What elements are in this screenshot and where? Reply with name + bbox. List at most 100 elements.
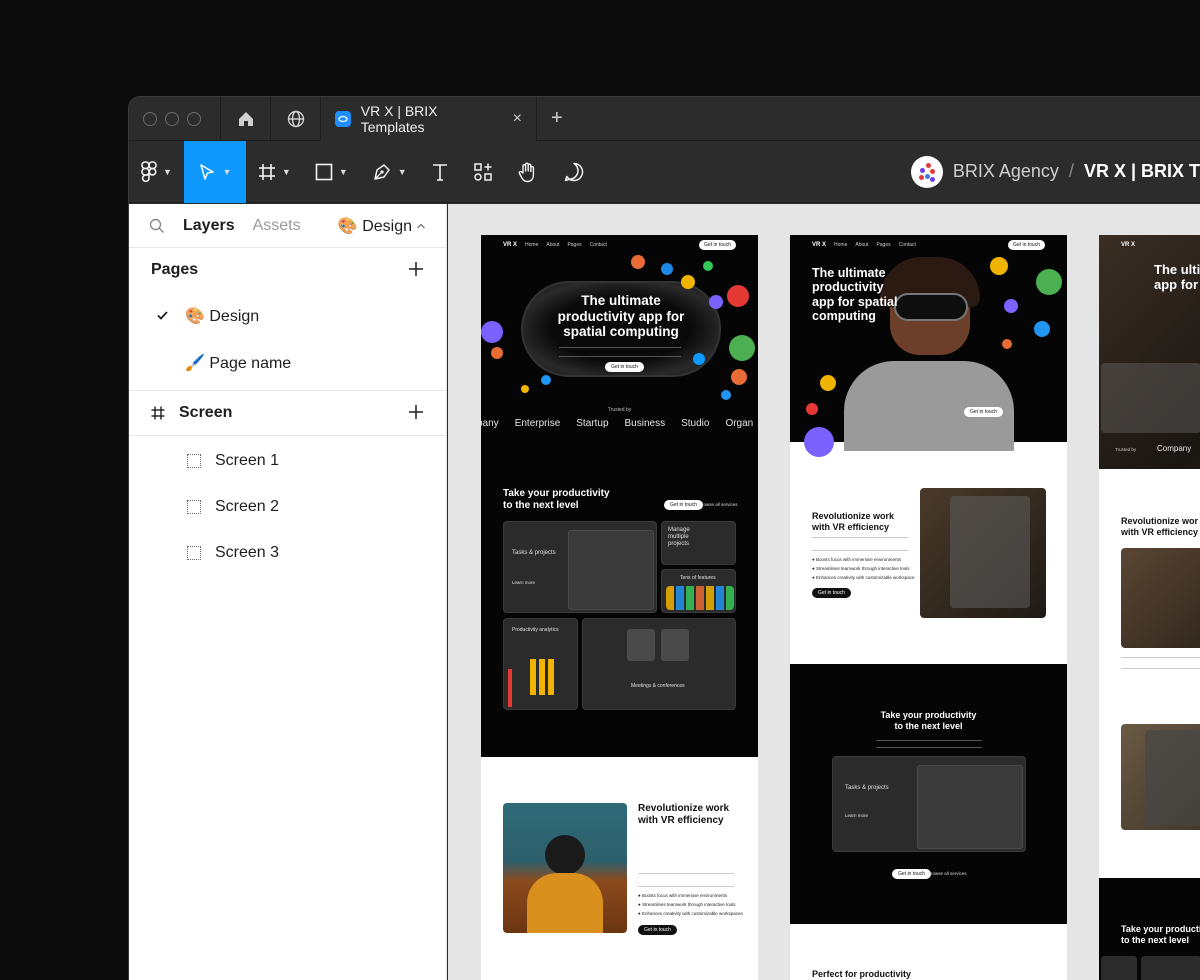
new-tab-button[interactable]: + [537,107,577,130]
tab-title: VR X | BRIX Templates [360,102,438,135]
frame2-card-learn: Learn more [845,813,869,818]
frame2-perfect-title: Perfect for productivity [812,969,912,979]
frame3-logo: VR X [1121,242,1136,248]
frame3-section-line: Take your productive [1121,924,1200,934]
card-tasks-projects: Tasks & projects Learn more [503,521,657,613]
text-tool[interactable] [419,141,461,203]
page-item-label: 🖌️ Page name [185,354,292,372]
figma-logo-icon [141,160,157,182]
pen-icon [374,163,390,180]
tab-layers[interactable]: Layers [183,217,235,235]
comment-tool[interactable] [551,141,597,203]
card-analytics: Productivity analytics [503,618,578,710]
client-logo: Studio [681,418,710,429]
frame2-nav-cta: Get in touch [1008,240,1045,250]
frame-outline-icon [187,546,201,560]
app-bubble [727,285,749,307]
add-screen-button[interactable] [408,400,424,426]
toolbar: ▼ ▼ ▼ ▼ ▼ BRIX Agency / VR X | BRIX T [129,140,1200,203]
app-bubble [709,295,723,309]
frame-tool[interactable]: ▼ [246,141,303,203]
frame2-hero: VR X Home About Pages Contact Get in tou… [790,235,1067,457]
client-logo: Startup [576,418,609,429]
frame1-services-link: Browse all services [699,502,738,507]
frame2-rev-title: Revolutionize work with VR efficiency [812,511,894,533]
frame2-section-line: Take your productivity [880,710,977,720]
frame2-hero-line: productivity [812,280,884,295]
frame1-section-title: Take your productivity to the next level [503,488,610,512]
frame3-paragraph [1121,657,1200,669]
card-manage-line: projects [668,541,690,548]
community-button[interactable] [271,97,321,141]
frame2-card-list [917,765,1023,849]
team-name[interactable]: BRIX Agency [953,161,1059,182]
frame1-hero-title: The ultimate productivity app for spatia… [541,293,701,340]
file-tab[interactable]: VR X | BRIX Templates × [321,97,537,141]
frame2-bullet-text: Boosts focus with immersive environments [815,557,901,562]
app-bubble [481,321,503,343]
app-bubble [721,390,731,400]
frame-screen-3[interactable]: VR X The ulti app for Trusted by Company… [1099,235,1200,980]
rectangle-tool[interactable]: ▼ [303,141,360,203]
page-item-design[interactable]: 🎨 Design [129,292,446,339]
frame-icon [258,163,275,180]
frame1-touch-button: Get in touch [664,500,703,510]
layer-screen-2[interactable]: Screen 2 [129,484,446,530]
frame-outline-icon [187,500,201,514]
frame2-productivity: Take your productivity to the next level… [790,664,1067,924]
frame1-hero-line: The ultimate [581,293,661,308]
pen-tool[interactable]: ▼ [360,141,419,203]
frame2-bullet: ● Streamlines teamwork through interacti… [812,566,910,571]
design-canvas[interactable]: VR X Home About Pages Contact Get in tou… [448,204,1200,980]
layer-screen-1[interactable]: Screen 1 [129,438,446,484]
minimize-window-button[interactable] [165,111,179,126]
card-analytics-title: Productivity analytics [512,627,559,633]
file-name[interactable]: VR X | BRIX T [1084,161,1200,182]
frame-screen-2[interactable]: VR X Home About Pages Contact Get in tou… [790,235,1067,980]
close-window-button[interactable] [143,111,157,126]
plus-icon [409,405,423,419]
move-tool[interactable]: ▼ [183,140,246,203]
analytics-bars [530,659,554,695]
maximize-window-button[interactable] [187,111,201,126]
frame2-card-tasks: Tasks & projects Learn more [832,756,1026,852]
hand-tool[interactable] [505,141,551,203]
page-item-page-name[interactable]: 🖌️ Page name [129,339,446,386]
client-logo: Enterprise [514,418,561,429]
frame3-rev-line: with VR efficiency [1121,526,1199,537]
chevron-down-icon: ▼ [397,166,407,177]
chevron-down-icon: ▼ [163,166,172,177]
home-button[interactable] [221,97,271,141]
tab-assets[interactable]: Assets [253,217,301,235]
frame3-hero-line: The ulti [1154,262,1200,277]
frame2-hero-cta: Get in touch [964,407,1003,417]
screen-section-header[interactable]: Screen [129,391,446,435]
frame1-bullet-text: Boosts focus with immersive environments [641,893,727,898]
main-menu-button[interactable]: ▼ [129,141,184,203]
frame2-hero-line: app for spatial [812,294,898,309]
resources-tool[interactable] [461,141,505,203]
frame3-vr-photo [1121,548,1200,648]
frame2-rev-line: Revolutionize work [812,511,895,521]
frame3-section-card [1101,956,1137,980]
frame-screen-1[interactable]: VR X Home About Pages Contact Get in tou… [481,235,758,980]
team-avatar[interactable] [910,155,943,188]
frame2-photo-panel [950,496,1030,608]
checkmark-icon [157,308,175,323]
layer-label: Screen 1 [215,452,280,469]
close-tab-icon[interactable]: × [513,110,522,128]
frame2-nav: VR X Home About Pages Contact Get in tou… [812,240,1045,250]
layer-label: Screen 2 [215,498,280,515]
frame-outline-icon [187,454,201,468]
frame3-trusted: Trusted by [1115,447,1137,452]
frame2-nav-link: About [855,242,869,248]
layer-screen-3[interactable]: Screen 3 [129,530,446,576]
app-bubble [990,257,1008,275]
frame2-rev-cta: Get in touch [812,588,851,598]
add-page-button[interactable] [408,257,424,283]
frame3-nav: VR X [1121,240,1200,250]
frame1-logo-strip: pany Enterprise Startup Business Studio … [481,418,753,429]
search-icon[interactable] [149,218,165,234]
page-selector[interactable]: 🎨 Design [338,216,426,236]
card-manage-line: Manage [668,527,690,533]
